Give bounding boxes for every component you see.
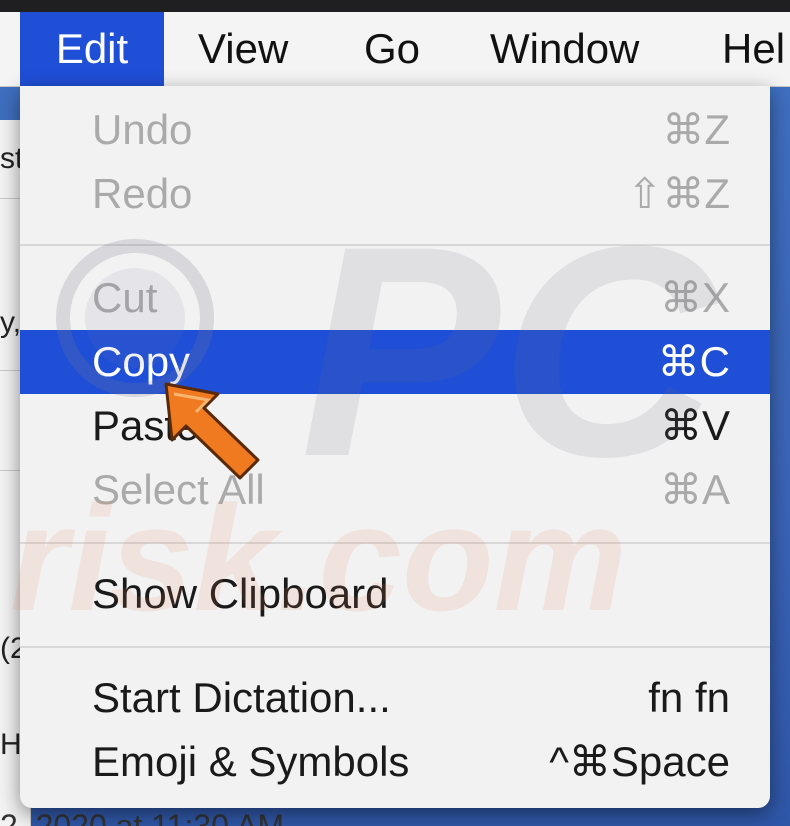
menu-item-shortcut: ⌘Z (662, 106, 730, 153)
screen-bezel (0, 0, 790, 12)
menu-item-show-clipboard[interactable]: Show Clipboard (20, 562, 770, 626)
menu-item-copy[interactable]: Copy ⌘C (20, 330, 770, 394)
menu-item-shortcut: ⇧⌘Z (627, 170, 730, 217)
menu-item-shortcut: ⌘C (657, 338, 730, 385)
background-bottom-text: 2, 2020 at 11:30 AM (0, 808, 285, 826)
menu-item-start-dictation[interactable]: Start Dictation... fn fn (20, 666, 770, 730)
background-text-fragment: y, (0, 306, 22, 339)
menu-item-redo[interactable]: Redo ⇧⌘Z (20, 162, 770, 226)
menu-item-shortcut: ⌘A (659, 466, 730, 513)
menu-bar: Edit View Go Window Hel (0, 12, 790, 87)
menu-item-cut[interactable]: Cut ⌘X (20, 266, 770, 330)
menu-item-shortcut: ⌘X (659, 274, 730, 321)
background-text-fragment: H (0, 728, 22, 761)
menu-item-select-all[interactable]: Select All ⌘A (20, 458, 770, 522)
menu-item-label: Emoji & Symbols (92, 738, 410, 785)
menu-item-emoji-symbols[interactable]: Emoji & Symbols ^⌘Space (20, 730, 770, 794)
menu-item-label: Redo (92, 170, 193, 217)
menu-separator (20, 244, 770, 246)
menu-separator (20, 646, 770, 648)
orange-arrow-pointer-icon (164, 382, 260, 480)
menu-view[interactable]: View (198, 12, 288, 86)
menu-help[interactable]: Hel (722, 12, 785, 86)
menu-item-label: Show Clipboard (92, 570, 389, 617)
menu-item-shortcut: ⌘V (659, 402, 730, 449)
menu-window[interactable]: Window (490, 12, 639, 86)
menu-item-label: Start Dictation... (92, 674, 391, 721)
menu-item-label: Undo (92, 106, 193, 153)
menu-item-undo[interactable]: Undo ⌘Z (20, 98, 770, 162)
menu-item-paste[interactable]: Paste ⌘V (20, 394, 770, 458)
menu-go[interactable]: Go (364, 12, 420, 86)
edit-menu-dropdown: Undo ⌘Z Redo ⇧⌘Z Cut ⌘X Copy ⌘C Paste ⌘V… (20, 86, 770, 808)
menu-item-label: Cut (92, 274, 158, 321)
menu-edit[interactable]: Edit (20, 12, 164, 86)
menu-item-shortcut: fn fn (648, 674, 730, 721)
menu-separator (20, 542, 770, 544)
menu-item-shortcut: ^⌘Space (549, 738, 730, 785)
